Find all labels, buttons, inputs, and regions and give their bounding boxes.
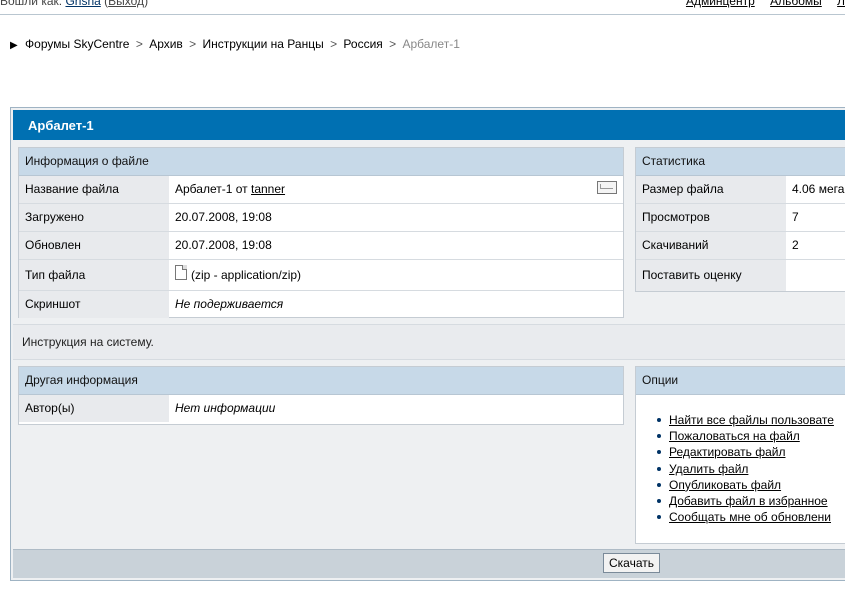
file-type-label: Тип файла [25, 268, 86, 282]
logout-paren-close: ) [144, 0, 149, 8]
other-info-box: Другая информация Автор(ы) Нет информаци… [18, 366, 624, 425]
file-name-value: Арбалет-1 [175, 182, 233, 196]
statistics-heading: Статистика [642, 154, 706, 168]
panel-header: Арбалет-1 [13, 110, 845, 140]
rating-label: Поставить оценку [642, 268, 742, 282]
albums-link[interactable]: Альбомы [770, 0, 822, 8]
other-info-header: Другая информация [19, 367, 623, 395]
admin-center-link[interactable]: Админцентр [686, 0, 755, 8]
file-icon [175, 265, 187, 280]
page-title: Арбалет-1 [28, 118, 94, 133]
top-links: Админцентр Альбомы Л [674, 0, 845, 8]
login-prefix: Вошли как: [0, 0, 63, 8]
option-report-file[interactable]: Пожаловаться на файл [657, 428, 834, 444]
uploaded-label: Загружено [25, 210, 84, 224]
breadcrumb-instructions[interactable]: Инструкции на Ранцы [203, 37, 324, 51]
mail-icon[interactable] [597, 181, 617, 194]
file-panel: Арбалет-1 Информация о файле Название фа… [10, 107, 845, 581]
logout-link[interactable]: Выход [108, 0, 144, 8]
option-notify-updates[interactable]: Сообщать мне об обновлени [657, 509, 834, 525]
breadcrumb-separator: > [330, 37, 338, 51]
breadcrumb-separator: > [189, 37, 197, 51]
downloads-value: 2 [792, 238, 799, 252]
breadcrumb-russia[interactable]: Россия [343, 37, 382, 51]
views-label: Просмотров [642, 210, 710, 224]
file-size-row: Размер файла 4.06 мега [636, 176, 845, 204]
updated-value: 20.07.2008, 19:08 [175, 238, 272, 252]
arrow-right-icon: ▶ [10, 40, 18, 51]
options-list: Найти все файлы пользовате Пожаловаться … [657, 412, 834, 525]
breadcrumb-separator: > [135, 37, 143, 51]
extra-link[interactable]: Л [837, 0, 845, 8]
footer-bar: Скачать [13, 549, 845, 578]
download-button[interactable]: Скачать [603, 553, 660, 573]
options-box: Опции Найти все файлы пользовате Пожалов… [635, 366, 845, 544]
rating-row: Поставить оценку [636, 260, 845, 291]
file-name-label: Название файла [25, 182, 119, 196]
screenshot-value: Не подерживается [175, 297, 284, 311]
file-name-row: Название файла Арбалет-1 от tanner [19, 176, 623, 204]
screenshot-label: Скриншот [25, 297, 81, 311]
downloads-label: Скачиваний [642, 238, 709, 252]
breadcrumb-separator: > [389, 37, 397, 51]
author-row: Автор(ы) Нет информации [19, 395, 623, 422]
file-description: Инструкция на систему. [22, 335, 154, 349]
views-row: Просмотров 7 [636, 204, 845, 232]
username-link[interactable]: Grisha [65, 0, 100, 8]
breadcrumb-current: Арбалет-1 [402, 37, 460, 51]
file-size-value: 4.06 мега [792, 182, 845, 196]
file-author-link[interactable]: tanner [251, 182, 285, 196]
file-type-row: Тип файла (zip - application/zip) [19, 260, 623, 291]
screenshot-row: Скриншот Не подерживается [19, 291, 623, 318]
file-name-by: от [235, 182, 248, 196]
updated-label: Обновлен [25, 238, 81, 252]
login-status: Вошли как: Grisha (Выход) [0, 0, 148, 8]
uploaded-row: Загружено 20.07.2008, 19:08 [19, 204, 623, 232]
file-info-header: Информация о файле [19, 148, 623, 176]
breadcrumb: ▶ Форумы SkyCentre > Архив > Инструкции … [10, 37, 460, 51]
option-edit-file[interactable]: Редактировать файл [657, 444, 834, 460]
top-bar: Вошли как: Grisha (Выход) Админцентр Аль… [0, 0, 845, 15]
description-band: Инструкция на систему. [13, 324, 845, 360]
downloads-row: Скачиваний 2 [636, 232, 845, 260]
author-label: Автор(ы) [25, 401, 75, 415]
option-publish-file[interactable]: Опубликовать файл [657, 477, 834, 493]
breadcrumb-forums[interactable]: Форумы SkyCentre [25, 37, 129, 51]
file-type-value: (zip - application/zip) [191, 268, 302, 282]
options-header: Опции [636, 367, 845, 395]
other-info-heading: Другая информация [25, 373, 138, 387]
views-value: 7 [792, 210, 799, 224]
updated-row: Обновлен 20.07.2008, 19:08 [19, 232, 623, 260]
statistics-box: Статистика Размер файла 4.06 мега Просмо… [635, 147, 845, 292]
file-size-label: Размер файла [642, 182, 724, 196]
breadcrumb-archive[interactable]: Архив [149, 37, 183, 51]
options-heading: Опции [642, 373, 679, 387]
option-find-user-files[interactable]: Найти все файлы пользовате [657, 412, 834, 428]
file-info-heading: Информация о файле [25, 154, 149, 168]
option-delete-file[interactable]: Удалить файл [657, 461, 834, 477]
option-add-favorite[interactable]: Добавить файл в избранное [657, 493, 834, 509]
author-value: Нет информации [175, 401, 276, 415]
statistics-header: Статистика [636, 148, 845, 176]
file-info-box: Информация о файле Название файла Арбале… [18, 147, 624, 318]
uploaded-value: 20.07.2008, 19:08 [175, 210, 272, 224]
